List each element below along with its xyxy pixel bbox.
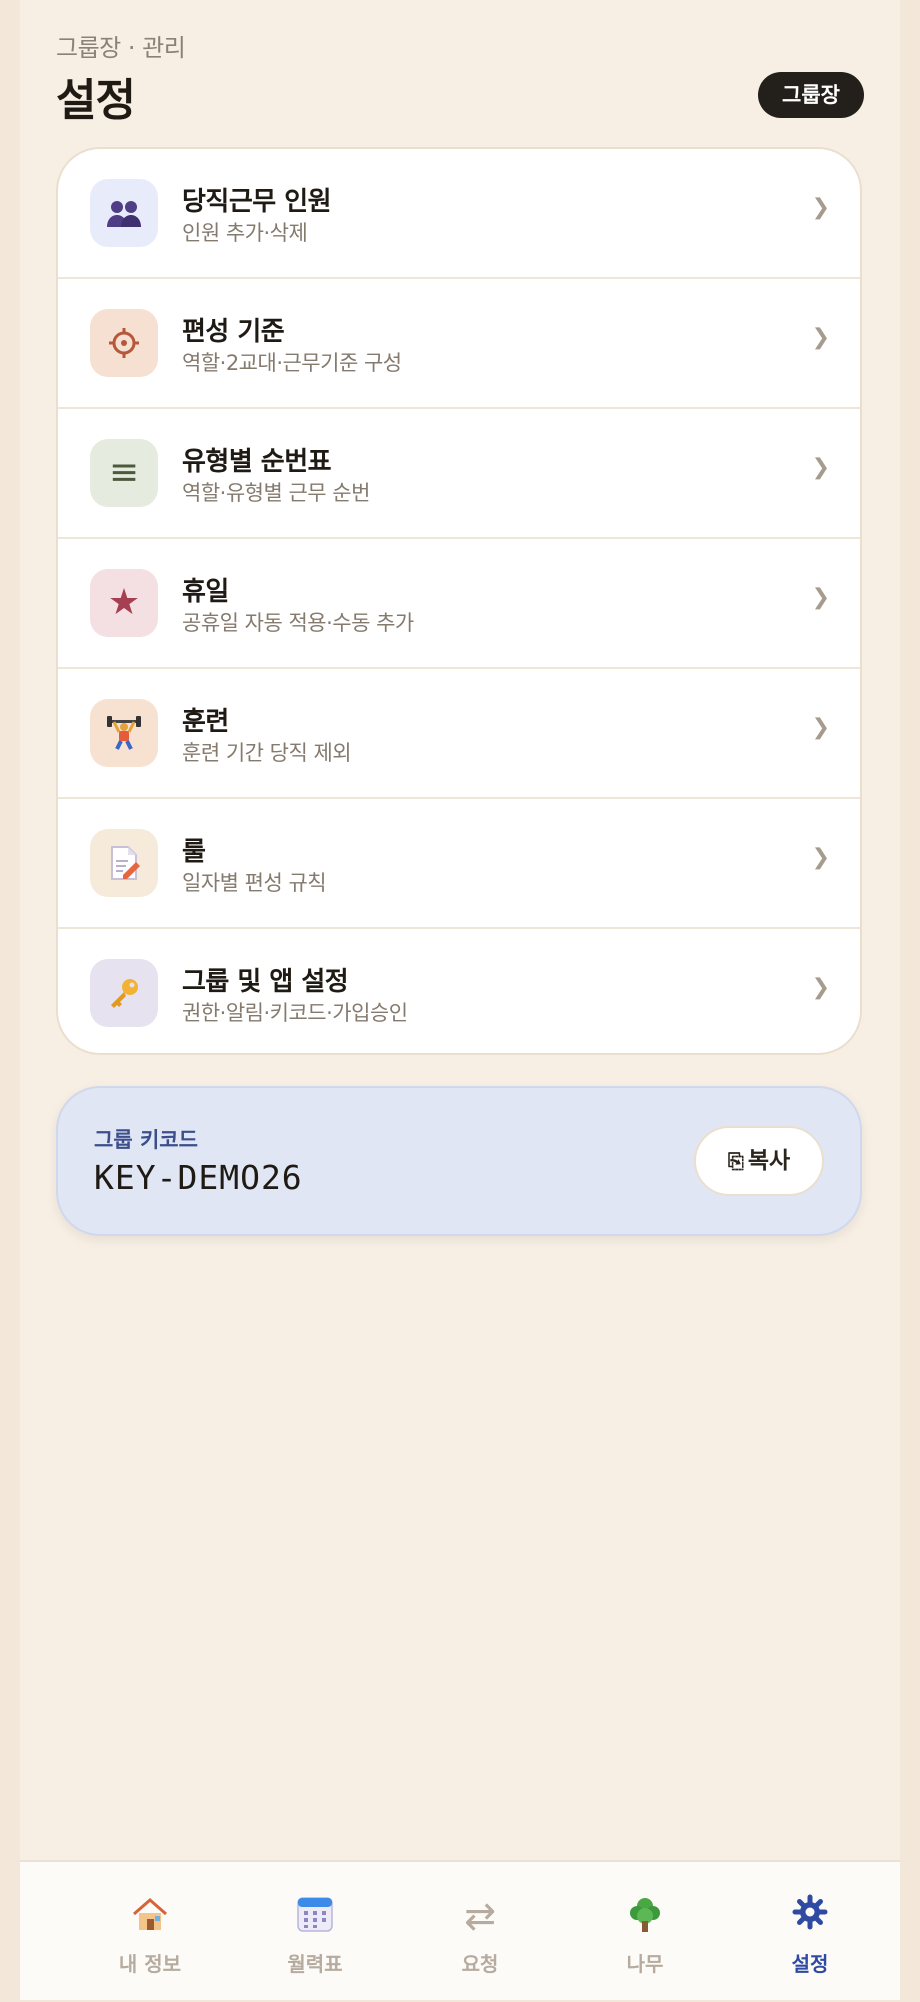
keycode-value: KEY-DEMO26 (94, 1158, 303, 1197)
chevron-right-icon: ❯ (811, 195, 830, 220)
menu-item-rules[interactable]: 룰 일자별 편성 규칙 ❯ (58, 799, 860, 929)
menu-item-schedule-criteria[interactable]: 편성 기준 역할·2교대·근무기준 구성 ❯ (58, 279, 860, 409)
menu-item-title: 편성 기준 (182, 317, 285, 347)
copy-button-label: 복사 (747, 1148, 791, 1174)
bottom-tab-bar: 내 정보 월력표 ⇄ 요청 나무 설정 (20, 1860, 900, 2000)
gear-icon (90, 309, 158, 377)
tab-label: 요청 (461, 1952, 499, 1976)
page-header: 그룹장 · 관리 설정 그룹장 (56, 28, 864, 126)
tab-label: 설정 (791, 1952, 829, 1976)
menu-item-title: 룰 (182, 837, 206, 867)
menu-item-duty-members[interactable]: 당직근무 인원 인원 추가·삭제 ❯ (58, 149, 860, 279)
group-keycode-card: 그룹 키코드 KEY-DEMO26 ⎘ 복사 (56, 1086, 862, 1236)
swap-arrows-icon: ⇄ (464, 1894, 496, 1938)
menu-item-desc: 공휴일 자동 적용·수동 추가 (182, 611, 414, 635)
menu-item-desc: 역할·유형별 근무 순번 (182, 481, 370, 505)
page-subtitle: 그룹장 · 관리 (56, 34, 186, 62)
menu-item-holidays[interactable]: ★ 휴일 공휴일 자동 적용·수동 추가 ❯ (58, 539, 860, 669)
tab-requests[interactable]: ⇄ 요청 (392, 1862, 568, 2002)
menu-item-desc: 일자별 편성 규칙 (182, 871, 327, 895)
menu-item-title: 당직근무 인원 (182, 187, 332, 217)
tab-settings[interactable]: 설정 (722, 1862, 898, 2002)
tab-tree[interactable]: 나무 (557, 1862, 733, 2002)
chevron-right-icon: ❯ (811, 715, 830, 740)
tab-label: 내 정보 (118, 1952, 182, 1976)
chevron-right-icon: ❯ (811, 325, 830, 350)
copy-icon: ⎘ (727, 1149, 744, 1173)
menu-item-desc: 훈련 기간 당직 제외 (182, 741, 352, 765)
chevron-right-icon: ❯ (811, 845, 830, 870)
tab-label: 월력표 (287, 1952, 343, 1976)
menu-item-desc: 인원 추가·삭제 (182, 221, 308, 245)
weightlifter-icon (90, 699, 158, 767)
menu-item-desc: 권한·알림·키코드·가입승인 (182, 1001, 408, 1025)
calendar-icon (227, 1894, 403, 1938)
menu-item-title: 유형별 순번표 (182, 447, 332, 477)
settings-menu: 당직근무 인원 인원 추가·삭제 ❯ 편성 기준 역할·2교대·근무기준 구성 … (56, 147, 862, 1055)
home-icon (62, 1894, 238, 1938)
app-screen: 그룹장 · 관리 설정 그룹장 당직근무 인원 인원 추가·삭제 ❯ 편성 기준… (20, 0, 900, 2000)
list-icon: ≡ (90, 439, 158, 507)
tree-icon (557, 1894, 733, 1938)
tab-label: 나무 (626, 1952, 664, 1976)
key-icon (90, 959, 158, 1027)
role-badge: 그룹장 (758, 72, 864, 118)
menu-item-desc: 역할·2교대·근무기준 구성 (182, 351, 402, 375)
tab-calendar[interactable]: 월력표 (227, 1862, 403, 2002)
memo-icon (90, 829, 158, 897)
gear-icon (722, 1894, 898, 1938)
people-icon (90, 179, 158, 247)
menu-item-group-app-settings[interactable]: 그룹 및 앱 설정 권한·알림·키코드·가입승인 ❯ (58, 929, 860, 1053)
keycode-label: 그룹 키코드 (94, 1128, 198, 1152)
chevron-right-icon: ❯ (811, 585, 830, 610)
copy-button[interactable]: ⎘ 복사 (694, 1126, 824, 1196)
menu-item-title: 훈련 (182, 707, 229, 737)
menu-item-title: 휴일 (182, 577, 229, 607)
star-icon: ★ (90, 569, 158, 637)
menu-item-training[interactable]: 훈련 훈련 기간 당직 제외 ❯ (58, 669, 860, 799)
menu-item-title: 그룹 및 앱 설정 (182, 967, 349, 997)
chevron-right-icon: ❯ (811, 455, 830, 480)
page-title: 설정 (56, 75, 136, 126)
chevron-right-icon: ❯ (811, 975, 830, 1000)
menu-item-rotation-table[interactable]: ≡ 유형별 순번표 역할·유형별 근무 순번 ❯ (58, 409, 860, 539)
tab-my-info[interactable]: 내 정보 (62, 1862, 238, 2002)
